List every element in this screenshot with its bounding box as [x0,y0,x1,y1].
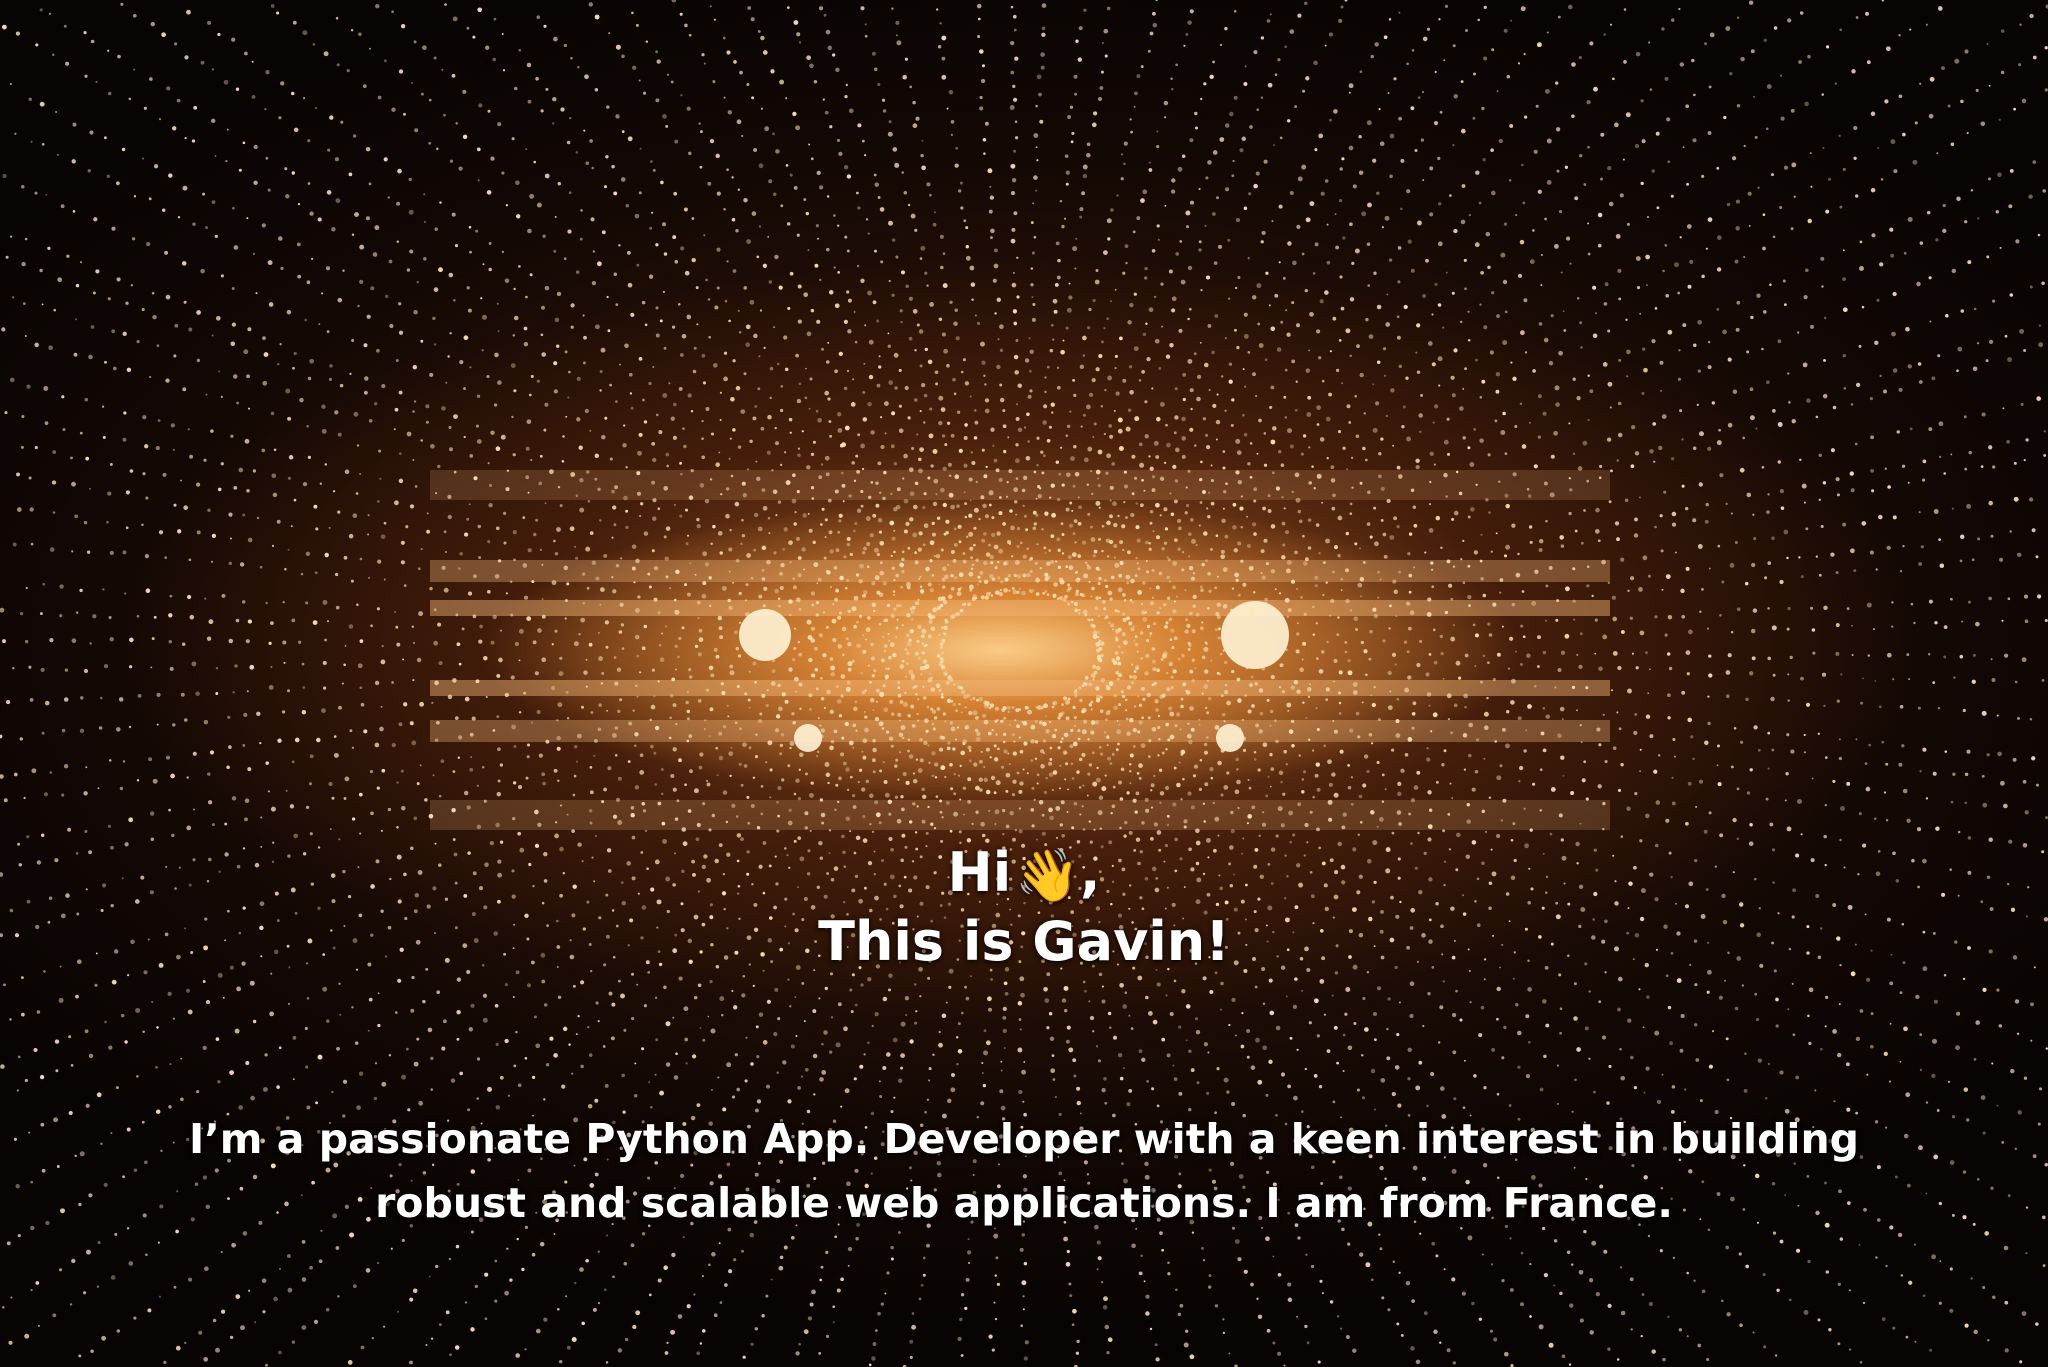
intro-paragraph: I’m a passionate Python App. Developer w… [80,1107,1968,1235]
greeting-heading: Hi👋, This is Gavin! [0,840,2048,975]
greeting-line: Hi👋, [0,840,2048,909]
greeting-comma: , [1079,841,1101,904]
hero-banner: Hi👋, This is Gavin! I’m a passionate Pyt… [0,0,2048,1367]
intro-line-2: robust and scalable web applications. I … [375,1179,1673,1227]
intro-line-1: I’m a passionate Python App. Developer w… [188,1115,1860,1163]
waving-hand-icon: 👋 [1015,846,1080,907]
greeting-text: Hi [947,841,1012,904]
name-line: This is Gavin! [818,910,1230,974]
